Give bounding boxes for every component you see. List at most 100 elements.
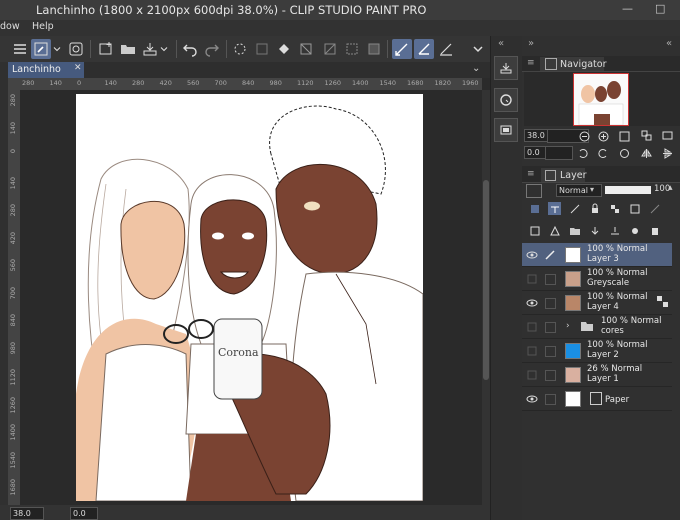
opacity-stepper[interactable]: ▴	[668, 183, 673, 193]
visibility-toggle[interactable]	[526, 369, 538, 381]
menu-help[interactable]: Help	[32, 21, 54, 32]
new-folder-icon[interactable]	[568, 224, 581, 237]
crop-icon[interactable]	[320, 39, 340, 59]
undo-icon[interactable]	[180, 39, 200, 59]
fit-icon[interactable]	[640, 129, 652, 141]
navigator-rotation-field[interactable]: 0.0	[524, 146, 546, 159]
layer-thumbnail	[565, 295, 581, 311]
chevron-down-icon[interactable]	[158, 39, 170, 59]
grid-clear-icon[interactable]	[252, 39, 272, 59]
maximize-button[interactable]: □	[655, 2, 665, 15]
menu-window[interactable]: dow	[0, 21, 20, 32]
ruler-tick: 560	[187, 79, 200, 87]
ruler-layer-icon[interactable]	[648, 202, 661, 215]
eyedropper-icon[interactable]	[31, 39, 51, 59]
ruler-tick: 1540	[9, 451, 17, 469]
selection-icon[interactable]	[342, 39, 362, 59]
layer-tab-label: Layer	[560, 170, 587, 181]
new-vector-layer-icon[interactable]	[548, 224, 561, 237]
reference-layer-icon[interactable]	[548, 202, 561, 215]
add-mask-icon[interactable]	[628, 224, 641, 237]
layer-lock-toggle[interactable]	[545, 274, 556, 285]
mask-icon[interactable]	[364, 39, 384, 59]
canvas-artwork[interactable]: Corona	[76, 94, 423, 501]
panel-grip[interactable]: ≡	[527, 169, 535, 179]
import-icon[interactable]	[494, 56, 518, 80]
layer-lock-toggle[interactable]	[545, 346, 556, 357]
ruler-tick: 1680	[407, 79, 424, 87]
layer-lock-toggle[interactable]	[545, 370, 556, 381]
flip-vertical-icon[interactable]	[661, 147, 673, 159]
actual-size-icon[interactable]	[618, 130, 630, 142]
lock-icon[interactable]	[588, 202, 601, 215]
layer-color-swatch[interactable]	[526, 184, 542, 198]
ruler-tick: 1260	[9, 396, 17, 414]
eye-icon[interactable]	[526, 297, 538, 309]
ruler-tick: 1120	[9, 369, 17, 386]
chevron-down-icon[interactable]	[51, 39, 63, 59]
ruler-pen-icon[interactable]	[436, 39, 456, 59]
visibility-toggle[interactable]	[526, 345, 538, 357]
zoom-out-icon[interactable]	[578, 130, 590, 142]
visibility-toggle[interactable]	[526, 273, 538, 285]
visibility-toggle[interactable]	[526, 321, 538, 333]
save-icon[interactable]	[140, 39, 160, 59]
window-title: Lanchinho (1800 x 2100px 600dpi 38.0%) -…	[36, 3, 427, 17]
new-raster-layer-icon[interactable]	[528, 224, 541, 237]
open-folder-icon[interactable]	[118, 39, 138, 59]
pen-icon[interactable]	[545, 250, 555, 260]
collapse-icon[interactable]: »	[528, 38, 534, 49]
layer-lock-toggle[interactable]	[545, 394, 556, 405]
chevron-down-icon[interactable]	[468, 39, 488, 59]
rotation-field[interactable]: 0.0	[70, 507, 98, 520]
reset-rotation-icon[interactable]	[618, 147, 630, 159]
layer-lock-toggle[interactable]	[545, 322, 556, 333]
ruler-tick: 1400	[9, 424, 17, 441]
transform-icon[interactable]	[296, 39, 316, 59]
rotate-right-icon[interactable]	[597, 147, 609, 159]
pen-pressure-icon[interactable]	[414, 39, 434, 59]
eye-icon[interactable]	[526, 393, 538, 405]
rotate-left-icon[interactable]	[576, 147, 588, 159]
lock-transparency-icon[interactable]	[608, 202, 621, 215]
minimize-button[interactable]: —	[622, 2, 633, 15]
fill-bucket-icon[interactable]	[274, 39, 294, 59]
draft-layer-icon[interactable]	[568, 202, 581, 215]
blend-mode-select[interactable]: Normal	[556, 184, 602, 197]
mask-layer-icon[interactable]	[628, 202, 641, 215]
navigator-zoom-field[interactable]: 38.0	[524, 129, 548, 142]
left-panel-edge	[0, 62, 8, 505]
chevron-down-icon[interactable]: ⌄	[472, 63, 480, 74]
zoom-in-icon[interactable]	[597, 130, 609, 142]
panel-grip[interactable]: ≡	[527, 58, 535, 68]
canvas-scrollbar-thumb[interactable]	[483, 180, 489, 380]
clip-layer-icon[interactable]	[528, 202, 541, 215]
layer-lock-toggle[interactable]	[545, 298, 556, 309]
chevron-right-icon[interactable]: ›	[566, 321, 570, 331]
layer-thumbnail	[565, 271, 581, 287]
material-icon[interactable]	[494, 118, 518, 142]
zoom-field[interactable]: 38.0	[10, 507, 44, 520]
ruler-tick: 980	[269, 79, 282, 87]
rotation-slider[interactable]	[545, 146, 573, 160]
collapse-icon[interactable]: «	[498, 38, 504, 49]
merge-down-icon[interactable]	[608, 224, 621, 237]
delete-layer-icon[interactable]	[648, 224, 661, 237]
menu-icon[interactable]	[10, 39, 30, 59]
expand-icon[interactable]: «	[666, 38, 672, 49]
clip-studio-icon[interactable]	[66, 39, 86, 59]
flip-horizontal-icon[interactable]	[640, 147, 652, 159]
transfer-down-icon[interactable]	[588, 224, 601, 237]
layer-stack-icon	[545, 170, 556, 181]
opacity-slider[interactable]	[605, 186, 651, 194]
ruler-tick: 280	[22, 79, 35, 87]
navigator-thumbnail[interactable]	[573, 73, 629, 126]
navigator-search-icon[interactable]	[494, 88, 518, 112]
close-icon[interactable]: ✕	[74, 63, 82, 73]
stabilizer-pen-icon[interactable]	[392, 39, 412, 59]
fit-window-icon[interactable]	[661, 129, 673, 141]
loading-icon[interactable]	[230, 39, 250, 59]
new-file-icon[interactable]	[96, 39, 116, 59]
redo-icon[interactable]	[202, 39, 222, 59]
eye-icon[interactable]	[526, 249, 538, 261]
